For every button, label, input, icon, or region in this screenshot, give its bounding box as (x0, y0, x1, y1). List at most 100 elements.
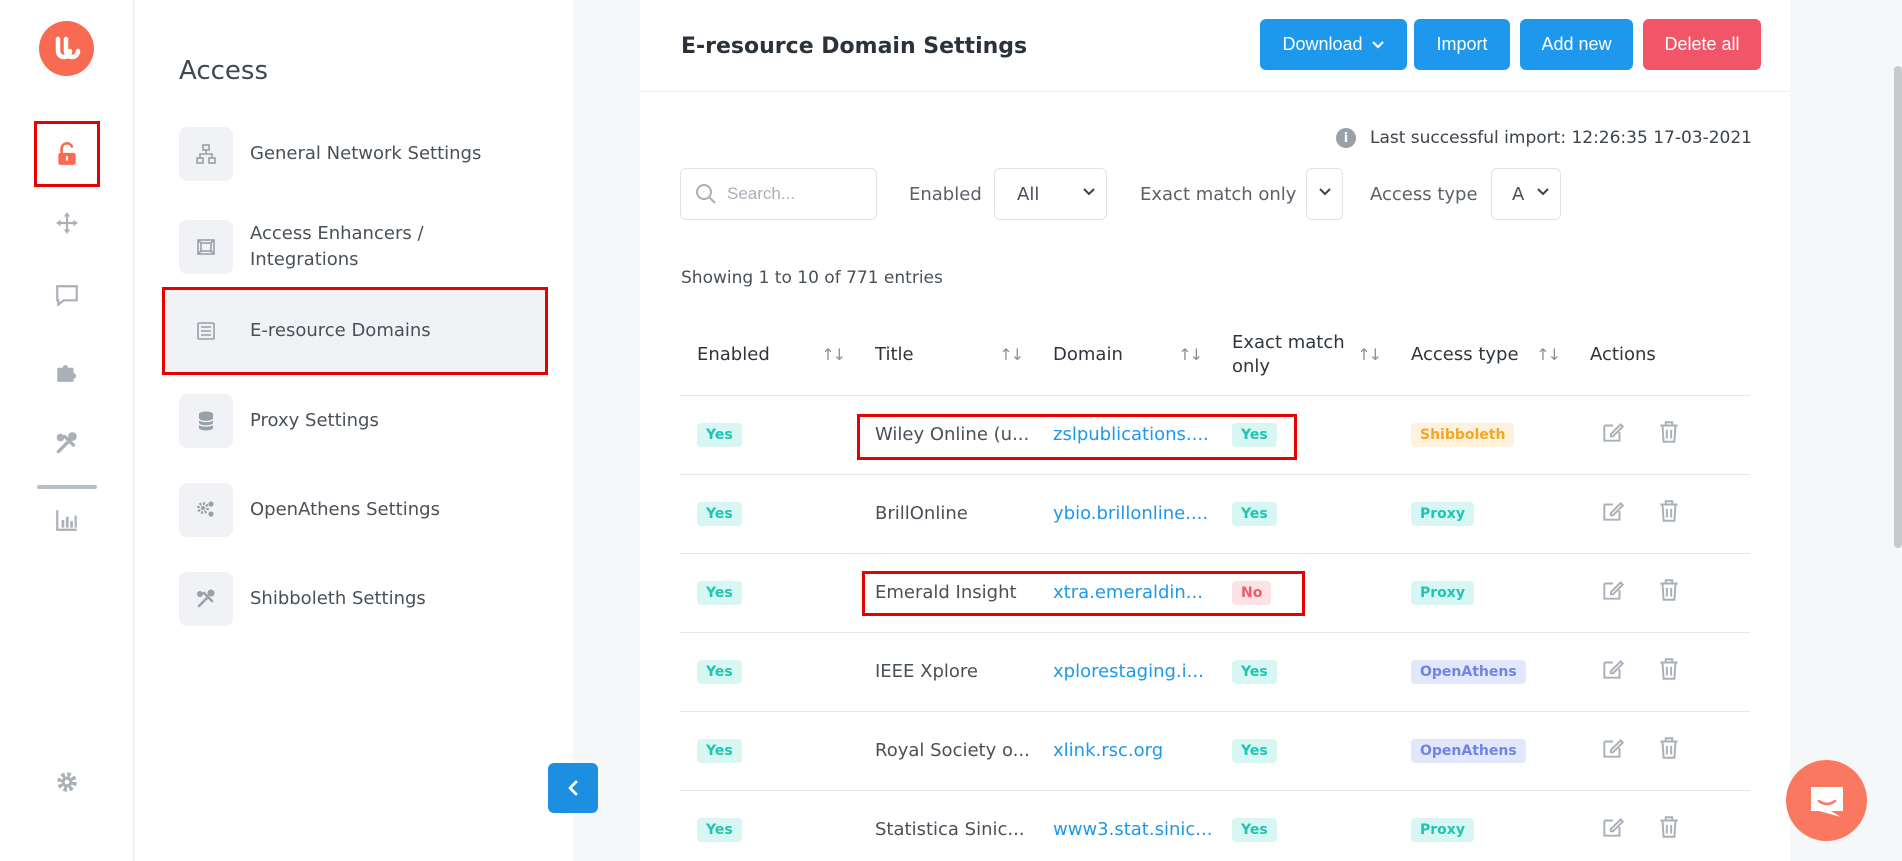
enabled-filter-label: Enabled (909, 184, 982, 205)
subnav-item-e-resource-domains[interactable]: E-resource Domains (162, 287, 548, 375)
add-new-button[interactable]: Add new (1520, 19, 1633, 70)
column-label: Enabled (697, 343, 770, 365)
row-actions (1590, 498, 1682, 524)
import-button[interactable]: Import (1414, 19, 1510, 70)
column-label: Title (875, 343, 914, 365)
delete-icon[interactable] (1656, 498, 1682, 524)
row-title: BrillOnline (858, 474, 1036, 554)
exact-match-filter-select[interactable] (1306, 168, 1343, 220)
rail-integrations-button[interactable] (42, 346, 92, 396)
subnav-item-general-network[interactable]: General Network Settings (179, 125, 549, 183)
enabled-filter-select[interactable]: All (994, 168, 1107, 220)
row-domain-link[interactable]: xplorestaging.i... (1036, 632, 1215, 712)
delete-all-button[interactable]: Delete all (1643, 19, 1761, 70)
edit-icon[interactable] (1600, 814, 1626, 840)
access-type-filter-value: A (1512, 183, 1525, 205)
integration-icon (179, 220, 233, 274)
access-type-badge: Proxy (1411, 817, 1474, 842)
enabled-badge: Yes (697, 501, 742, 526)
access-type-badge: OpenAthens (1411, 738, 1526, 763)
access-type-filter-label: Access type (1370, 184, 1478, 205)
row-actions (1590, 814, 1682, 840)
chevron-down-icon (1319, 188, 1331, 196)
row-title: Emerald Insight (858, 553, 1036, 633)
subnav-item-shibboleth-settings[interactable]: Shibboleth Settings (179, 570, 549, 628)
rail-tools-button[interactable] (42, 418, 92, 468)
subnav-item-proxy-settings[interactable]: Proxy Settings (179, 392, 549, 450)
row-domain-link[interactable]: zslpublications.... (1036, 395, 1215, 475)
chat-bubble-icon (1810, 786, 1843, 817)
rail-messages-button[interactable] (42, 271, 92, 321)
subnav-item-label: Proxy Settings (250, 410, 379, 431)
collapse-sidebar-button[interactable] (548, 763, 598, 813)
rail-statistics-button[interactable] (42, 495, 92, 545)
exact-match-filter-label: Exact match only (1140, 184, 1297, 205)
edit-icon[interactable] (1600, 656, 1626, 682)
exact-match-badge: Yes (1232, 501, 1277, 526)
access-type-filter-select[interactable]: A (1491, 168, 1561, 220)
table-row: Yes Wiley Online (u... zslpublications..… (680, 395, 1750, 475)
delete-icon[interactable] (1656, 577, 1682, 603)
card-header: E-resource Domain Settings Download Impo… (640, 0, 1790, 92)
table-row: Yes IEEE Xplore xplorestaging.i... Yes O… (680, 632, 1750, 712)
row-actions (1590, 419, 1682, 445)
subnav-item-openathens-settings[interactable]: OpenAthens Settings (179, 481, 549, 539)
lock-icon (58, 142, 76, 165)
edit-icon[interactable] (1600, 498, 1626, 524)
table-row: Yes Emerald Insight xtra.emeraldin... No… (680, 553, 1750, 633)
list-icon (179, 304, 233, 358)
column-title[interactable]: Title ↑↓ (858, 315, 1036, 396)
search-input[interactable] (727, 184, 857, 204)
row-title: Statistica Sinic... (858, 790, 1036, 861)
edit-icon[interactable] (1600, 735, 1626, 761)
subnav-item-label: Access Enhancers / Integrations (250, 223, 424, 270)
row-title: Royal Society o... (858, 711, 1036, 791)
edit-icon[interactable] (1600, 419, 1626, 445)
rail-settings-button[interactable] (42, 757, 92, 807)
row-actions (1590, 735, 1682, 761)
rail-access-button[interactable] (34, 121, 100, 187)
sort-icon: ↑↓ (1178, 345, 1203, 364)
column-enabled[interactable]: Enabled ↑↓ (680, 315, 858, 396)
search-icon (696, 184, 716, 204)
subnav-item-label: E-resource Domains (250, 320, 431, 341)
database-icon (179, 394, 233, 448)
access-type-badge: Shibboleth (1411, 422, 1515, 447)
domain-settings-card: E-resource Domain Settings Download Impo… (640, 0, 1790, 861)
subnav-item-access-enhancers[interactable]: Access Enhancers / Integrations (179, 216, 549, 278)
download-button[interactable]: Download (1260, 19, 1407, 70)
edit-icon[interactable] (1600, 577, 1626, 603)
delete-icon[interactable] (1656, 656, 1682, 682)
column-exact-match[interactable]: Exact match only ↑↓ (1215, 315, 1394, 396)
delete-icon[interactable] (1656, 419, 1682, 445)
delete-icon[interactable] (1656, 735, 1682, 761)
row-domain-link[interactable]: www3.stat.sinic... (1036, 790, 1215, 861)
page-scrollbar[interactable] (1894, 66, 1902, 548)
table-header-row: Enabled ↑↓ Title ↑↓ Domain ↑↓ Exact match o… (680, 315, 1750, 396)
exact-match-badge: Yes (1232, 738, 1277, 763)
delete-icon[interactable] (1656, 814, 1682, 840)
row-title: IEEE Xplore (858, 632, 1036, 712)
row-domain-link[interactable]: ybio.brillonline.... (1036, 474, 1215, 554)
column-label: Exact match only (1232, 331, 1345, 377)
enabled-filter-value: All (1017, 183, 1040, 205)
sort-icon: ↑↓ (1536, 345, 1561, 364)
column-domain[interactable]: Domain ↑↓ (1036, 315, 1215, 396)
cogs-icon (179, 483, 233, 537)
sort-icon: ↑↓ (999, 345, 1024, 364)
enabled-badge: Yes (697, 659, 742, 684)
chat-launcher-button[interactable] (1786, 760, 1867, 841)
column-access-type[interactable]: Access type ↑↓ (1394, 315, 1573, 396)
rail-move-button[interactable] (42, 198, 92, 248)
row-domain-link[interactable]: xlink.rsc.org (1036, 711, 1215, 791)
gear-icon (57, 772, 77, 792)
row-domain-link[interactable]: xtra.emeraldin... (1036, 553, 1215, 633)
chevron-down-icon (1371, 40, 1384, 49)
logo-icon (55, 36, 80, 59)
subnav-item-label: OpenAthens Settings (250, 499, 440, 520)
app-logo[interactable] (39, 21, 94, 76)
chevron-left-icon (568, 780, 578, 796)
enabled-badge: Yes (697, 738, 742, 763)
table-row: Yes BrillOnline ybio.brillonline.... Yes… (680, 474, 1750, 554)
enabled-badge: Yes (697, 817, 742, 842)
